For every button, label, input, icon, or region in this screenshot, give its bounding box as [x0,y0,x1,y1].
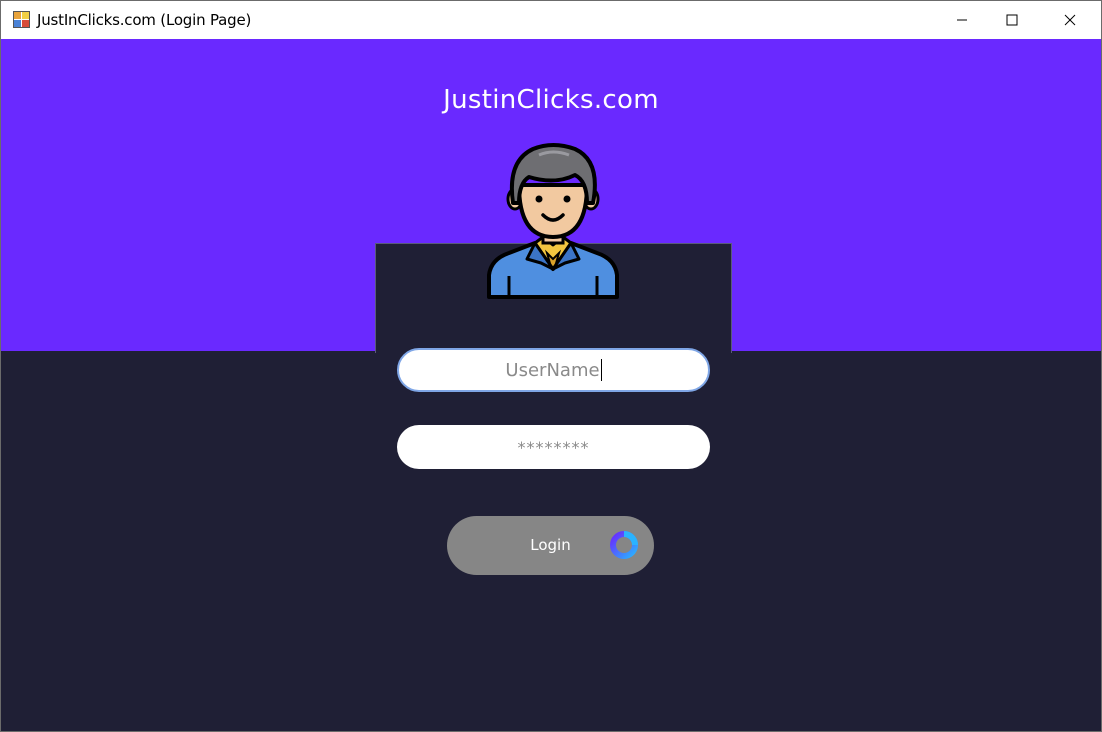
app-icon [13,11,30,28]
username-placeholder: UserName [505,359,600,381]
password-input[interactable]: ******** [397,425,710,469]
maximize-button[interactable] [989,1,1035,39]
minimize-button[interactable] [939,1,985,39]
text-caret [600,359,602,381]
close-icon [1064,14,1076,26]
login-button[interactable]: Login [447,516,654,575]
login-window: JustInClicks.com (Login Page) JustinClic… [0,0,1102,732]
minimize-icon [957,19,967,21]
close-button[interactable] [1047,1,1093,39]
user-avatar-icon [487,143,619,299]
maximize-icon [1006,14,1018,26]
username-input[interactable]: UserName [397,348,710,392]
brand-title: JustinClicks.com [443,85,659,115]
password-placeholder: ******** [517,437,590,457]
loading-spinner-icon [610,531,638,559]
title-bar[interactable]: JustInClicks.com (Login Page) [1,1,1101,39]
window-title: JustInClicks.com (Login Page) [37,11,252,29]
